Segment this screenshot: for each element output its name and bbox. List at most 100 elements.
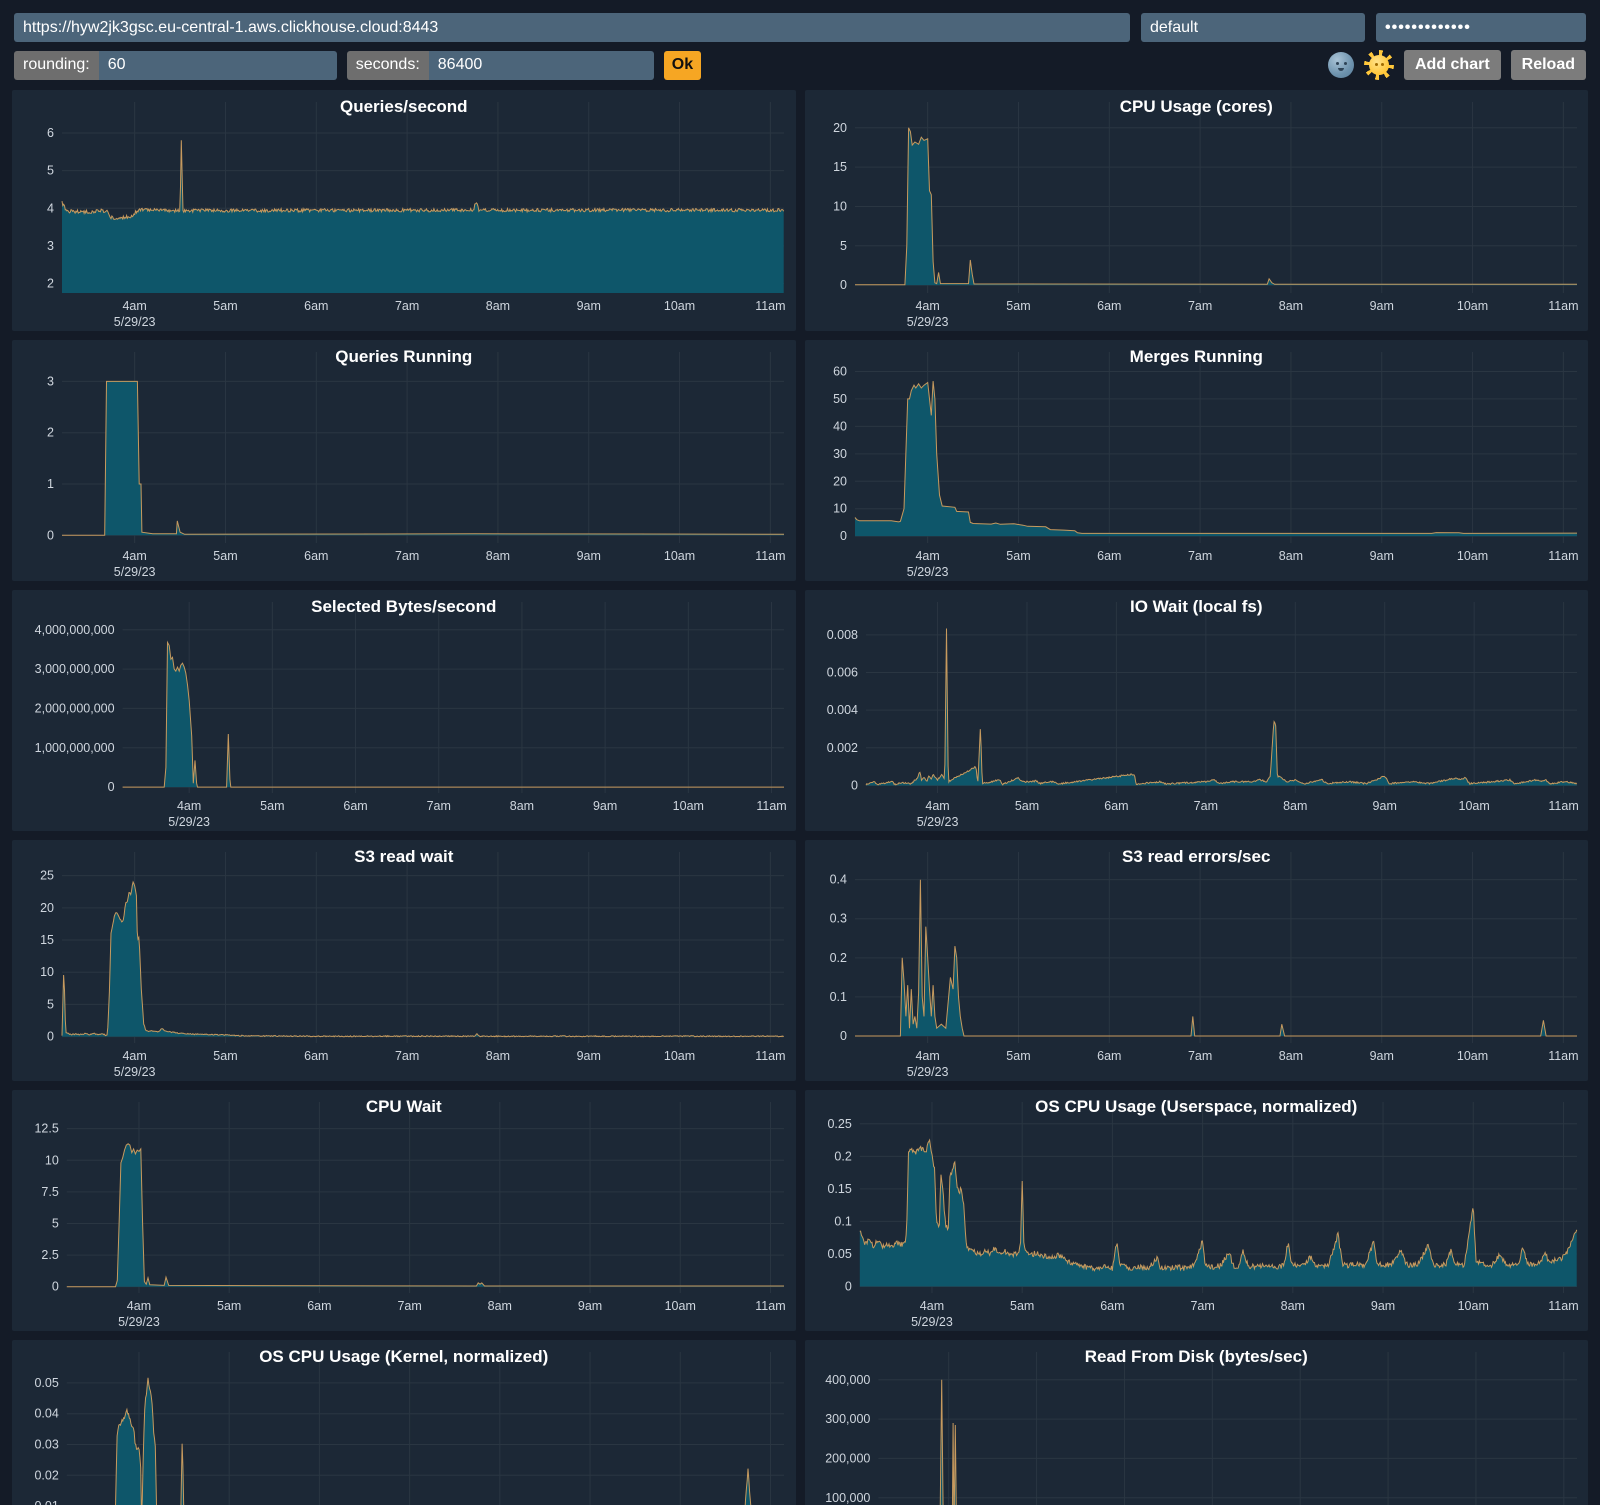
y-tick-label: 0	[52, 1280, 59, 1294]
x-tick-label: 11am	[1548, 299, 1578, 313]
y-tick-label: 0	[851, 778, 858, 792]
x-tick-label: 5am	[213, 549, 237, 563]
y-tick-label: 300,000	[825, 1412, 870, 1426]
x-tick-label: 5am	[1006, 549, 1030, 563]
y-tick-label: 2,000,000,000	[35, 701, 115, 715]
charts-grid: Queries/second234564am5/29/235am6am7am8a…	[0, 81, 1600, 1505]
x-tick-label: 6am	[1100, 1299, 1124, 1313]
x-tick-label: 11am	[755, 1049, 785, 1063]
y-tick-label: 0.01	[34, 1499, 58, 1505]
x-tick-label: 10am	[673, 799, 704, 813]
y-tick-label: 2	[47, 426, 54, 440]
x-tick-label: 4am	[122, 299, 146, 313]
chart-canvas[interactable]: 01,000,000,0002,000,000,0003,000,000,000…	[12, 590, 796, 831]
x-tick-label: 7am	[1187, 1049, 1211, 1063]
chart-canvas[interactable]: 00.050.10.150.20.254am5/29/235am6am7am8a…	[805, 1090, 1589, 1331]
x-tick-label: 4am	[915, 299, 939, 313]
x-tick-label: 6am	[307, 1299, 331, 1313]
x-tick-label: 9am	[593, 799, 617, 813]
x-tick-label: 9am	[1372, 799, 1396, 813]
x-tick-label: 10am	[664, 1049, 695, 1063]
y-tick-label: 0.002	[826, 741, 857, 755]
x-tick-label: 6am	[1104, 799, 1128, 813]
x-tick-label: 9am	[577, 299, 601, 313]
x-tick-label: 7am	[1190, 1299, 1214, 1313]
y-tick-label: 10	[40, 965, 54, 979]
chart-panel-s3-read-errors-sec: S3 read errors/sec00.10.20.30.44am5/29/2…	[805, 840, 1589, 1081]
y-tick-label: 3	[47, 374, 54, 388]
rounding-input[interactable]	[99, 51, 337, 80]
y-tick-label: 0	[840, 278, 847, 292]
x-tick-label: 9am	[578, 1299, 602, 1313]
x-tick-label: 9am	[577, 1049, 601, 1063]
ok-button[interactable]: Ok	[664, 51, 701, 80]
y-tick-label: 0.1	[834, 1214, 851, 1228]
y-tick-label: 0.04	[34, 1407, 58, 1421]
y-tick-label: 0	[108, 780, 115, 794]
x-axis-date-label: 5/29/23	[916, 815, 958, 829]
x-tick-label: 6am	[1097, 299, 1121, 313]
chart-canvas[interactable]: 05101520254am5/29/235am6am7am8am9am10am1…	[12, 840, 796, 1081]
x-tick-label: 7am	[395, 299, 419, 313]
x-tick-label: 10am	[1456, 549, 1487, 563]
y-tick-label: 10	[45, 1153, 59, 1167]
x-tick-label: 8am	[486, 1049, 510, 1063]
x-tick-label: 6am	[304, 299, 328, 313]
x-tick-label: 5am	[1006, 299, 1030, 313]
y-tick-label: 10	[833, 502, 847, 516]
x-axis-date-label: 5/29/23	[114, 565, 156, 579]
y-tick-label: 0	[844, 1279, 851, 1293]
series-area	[62, 381, 784, 535]
chart-canvas[interactable]: 02.557.51012.54am5/29/235am6am7am8am9am1…	[12, 1090, 796, 1331]
password-input[interactable]	[1376, 13, 1586, 42]
series-line	[62, 882, 784, 1037]
chart-panel-selected-bytes-second: Selected Bytes/second01,000,000,0002,000…	[12, 590, 796, 831]
sun-icon[interactable]	[1364, 50, 1394, 80]
y-tick-label: 1	[47, 477, 54, 491]
y-tick-label: 5	[840, 239, 847, 253]
x-tick-label: 5am	[260, 799, 284, 813]
y-tick-label: 1,000,000,000	[35, 741, 115, 755]
rounding-param: rounding:	[14, 51, 337, 80]
x-axis-date-label: 5/29/23	[168, 815, 210, 829]
y-tick-label: 2	[47, 277, 54, 291]
series-line	[866, 629, 1577, 786]
y-tick-label: 0.05	[34, 1376, 58, 1390]
reload-button[interactable]: Reload	[1511, 50, 1586, 80]
y-tick-label: 60	[833, 364, 847, 378]
y-tick-label: 0.2	[829, 951, 846, 965]
chart-canvas[interactable]: 01234am5/29/235am6am7am8am9am10am11am	[12, 340, 796, 581]
y-tick-label: 0.25	[827, 1117, 851, 1131]
y-tick-label: 0	[840, 529, 847, 543]
chart-canvas[interactable]: 00.010.020.030.040.054am5/29/235am6am7am…	[12, 1340, 796, 1505]
y-tick-label: 5	[47, 997, 54, 1011]
chart-canvas[interactable]: 00.10.20.30.44am5/29/235am6am7am8am9am10…	[805, 840, 1589, 1081]
y-tick-label: 25	[40, 869, 54, 883]
x-tick-label: 10am	[664, 549, 695, 563]
chart-panel-queries-running: Queries Running01234am5/29/235am6am7am8a…	[12, 340, 796, 581]
chart-canvas[interactable]: 0100,000200,000300,000400,0004am5/29/235…	[805, 1340, 1589, 1505]
y-tick-label: 5	[52, 1216, 59, 1230]
chart-canvas[interactable]: 01020304050604am5/29/235am6am7am8am9am10…	[805, 340, 1589, 581]
x-tick-label: 7am	[1187, 549, 1211, 563]
x-tick-label: 4am	[915, 549, 939, 563]
y-tick-label: 0.05	[827, 1247, 851, 1261]
chart-canvas[interactable]: 00.0020.0040.0060.0084am5/29/235am6am7am…	[805, 590, 1589, 831]
y-tick-label: 10	[833, 199, 847, 213]
chart-canvas[interactable]: 234564am5/29/235am6am7am8am9am10am11am	[12, 90, 796, 331]
user-input[interactable]	[1141, 13, 1365, 42]
seconds-input[interactable]	[429, 51, 654, 80]
series-line	[878, 1380, 1577, 1505]
x-tick-label: 10am	[665, 1299, 696, 1313]
chart-canvas[interactable]: 051015204am5/29/235am6am7am8am9am10am11a…	[805, 90, 1589, 331]
x-tick-label: 11am	[1548, 799, 1578, 813]
moon-icon[interactable]	[1328, 52, 1354, 78]
y-tick-label: 4	[47, 201, 54, 215]
url-input[interactable]	[14, 13, 1130, 42]
x-tick-label: 11am	[755, 1299, 785, 1313]
x-tick-label: 8am	[1283, 799, 1307, 813]
x-axis-date-label: 5/29/23	[906, 565, 948, 579]
add-chart-button[interactable]: Add chart	[1404, 50, 1501, 80]
x-tick-label: 11am	[1548, 549, 1578, 563]
chart-panel-cpu-usage-cores: CPU Usage (cores)051015204am5/29/235am6a…	[805, 90, 1589, 331]
